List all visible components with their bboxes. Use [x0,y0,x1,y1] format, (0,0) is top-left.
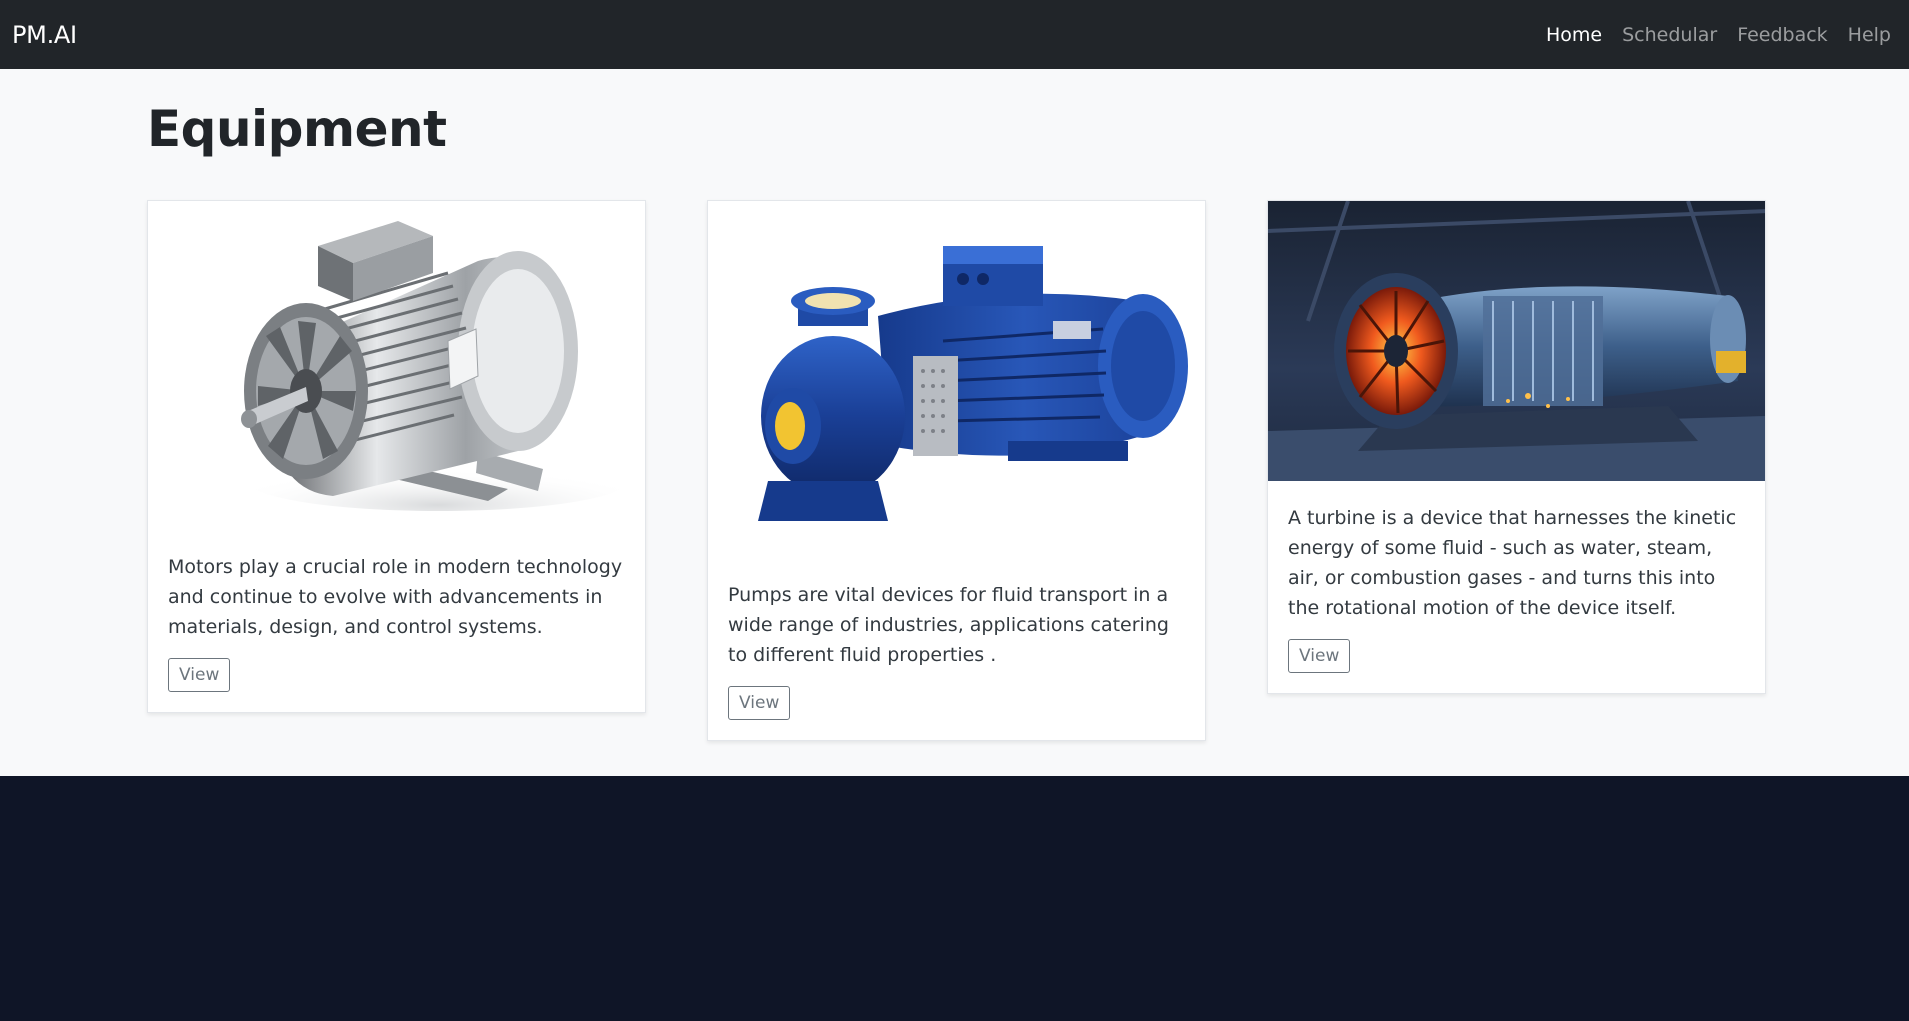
turbine-description: A turbine is a device that harnesses the… [1288,507,1737,619]
equipment-card-pump: Pumps are vital devices for fluid transp… [707,200,1206,741]
view-motor-button[interactable]: View [168,658,231,692]
nav-feedback[interactable]: Feedback [1727,24,1837,46]
motor-description: Motors play a crucial role in modern tec… [168,556,623,638]
equipment-card-motor: Motors play a crucial role in modern tec… [147,200,646,713]
motor-illustration [241,221,628,511]
footer [0,776,1909,1021]
pump-description: Pumps are vital devices for fluid transp… [728,584,1169,666]
pump-card-body: Pumps are vital devices for fluid transp… [708,558,1205,740]
nav-links: Home Schedular Feedback Help [1536,24,1897,46]
equipment-card-turbine: A turbine is a device that harnesses the… [1267,200,1766,694]
pump-illustration [758,246,1188,521]
top-navbar: PM.AI Home Schedular Feedback Help [0,0,1909,69]
motor-card-body: Motors play a crucial role in modern tec… [148,530,645,712]
nav-help[interactable]: Help [1838,24,1897,46]
view-pump-button[interactable]: View [728,686,791,720]
nav-home[interactable]: Home [1536,24,1612,46]
motor-image [148,201,645,530]
main-content: Equipment Motors play a crucial role in … [0,69,1909,776]
view-turbine-button[interactable]: View [1288,639,1351,673]
page-title: Equipment [147,100,447,158]
turbine-card-body: A turbine is a device that harnesses the… [1268,481,1765,693]
turbine-image [1268,201,1765,481]
nav-schedular[interactable]: Schedular [1612,24,1727,46]
brand-logo[interactable]: PM.AI [12,21,77,49]
turbine-illustration [1268,201,1765,481]
pump-image [708,201,1205,558]
